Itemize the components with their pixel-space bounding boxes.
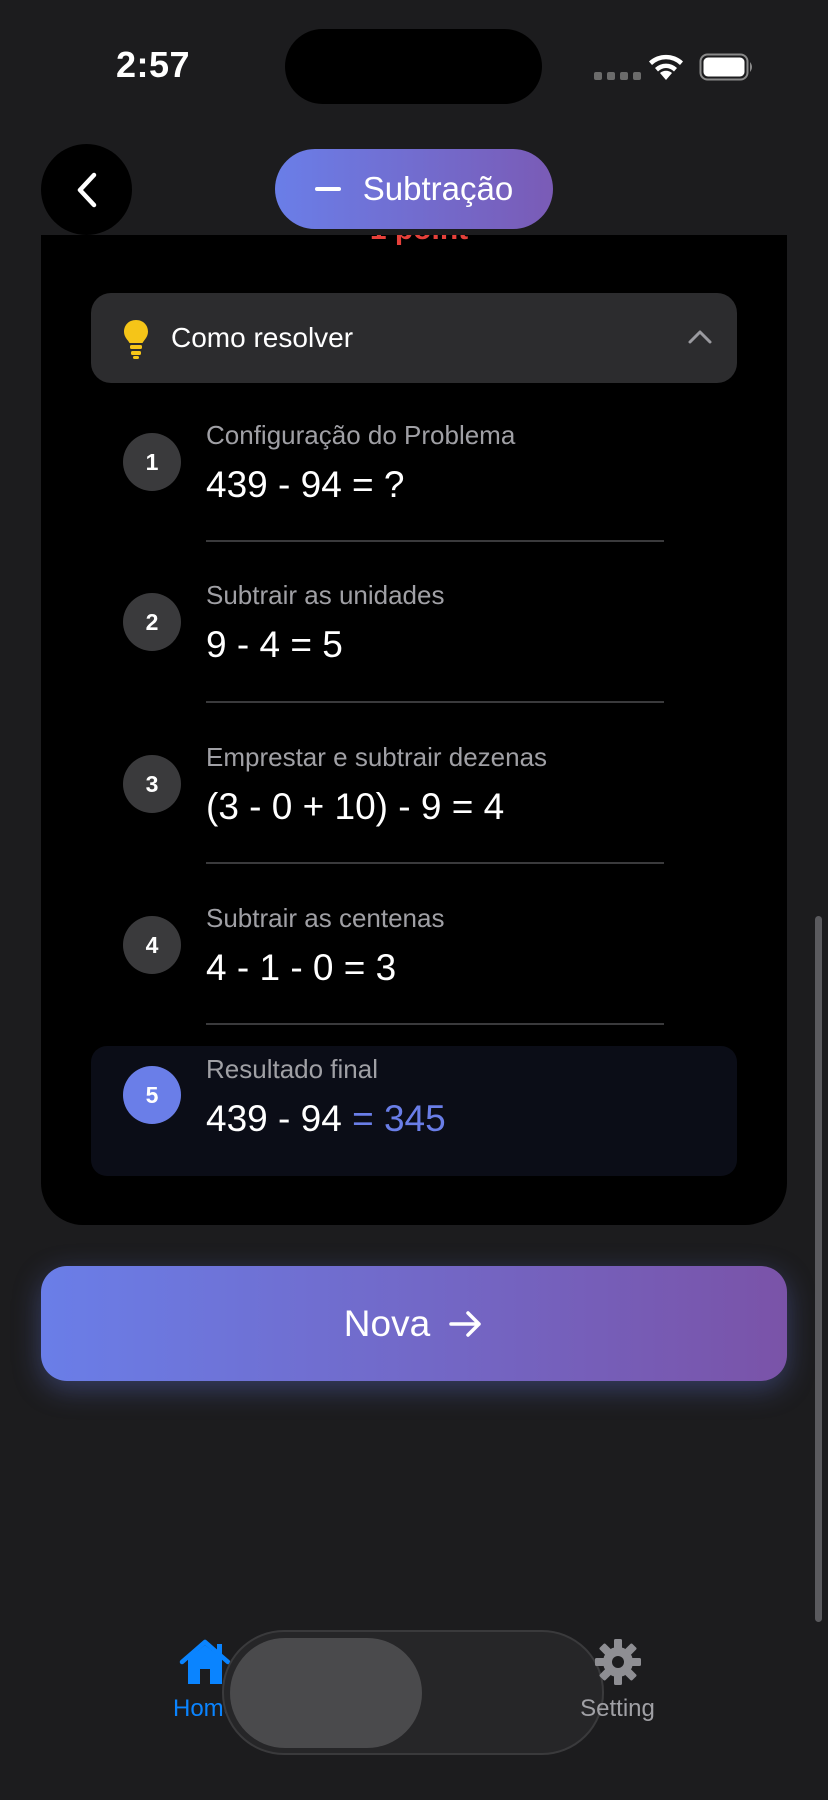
final-result-step: 5 Resultado final 439 - 94 = 345 xyxy=(91,1046,737,1176)
tab-bar: Home Setting xyxy=(0,1620,828,1800)
page-title: Subtração xyxy=(362,170,514,207)
wifi-icon xyxy=(649,54,683,80)
dynamic-island xyxy=(285,29,542,104)
step-expression: 439 - 94 = ? xyxy=(206,464,405,505)
arrow-right-icon xyxy=(449,1310,481,1337)
step-number: 3 xyxy=(123,755,181,813)
scrollbar[interactable] xyxy=(815,916,822,1622)
back-button[interactable] xyxy=(41,144,132,235)
step-expression: 9 - 4 = 5 xyxy=(206,624,343,665)
step-number: 2 xyxy=(123,593,181,651)
step-expression: 4 - 1 - 0 = 3 xyxy=(206,947,397,988)
tab-setting[interactable]: Setting xyxy=(570,1638,665,1723)
step-divider xyxy=(206,540,664,542)
step-description: Emprestar e subtrair dezenas xyxy=(206,742,548,772)
final-result-value: = 345 xyxy=(352,1098,446,1139)
solution-step: 4 Subtrair as centenas 4 - 1 - 0 = 3 xyxy=(91,887,737,1027)
chevron-up-icon xyxy=(688,330,712,344)
battery-icon xyxy=(699,53,752,81)
step-description: Configuração do Problema xyxy=(206,420,516,450)
solution-step: 2 Subtrair as unidades 9 - 4 = 5 xyxy=(91,565,737,705)
step-divider xyxy=(206,701,664,703)
tab-setting-label: Setting xyxy=(580,1695,655,1722)
minus-icon xyxy=(314,187,341,191)
how-to-solve-label: Como resolver xyxy=(171,322,354,353)
how-to-solve-toggle[interactable]: Como resolver xyxy=(91,293,737,383)
step-number: 5 xyxy=(123,1066,181,1124)
new-problem-button[interactable]: Nova xyxy=(41,1266,787,1381)
cellular-signal-icon xyxy=(594,72,641,80)
step-number: 4 xyxy=(123,916,181,974)
tab-selection-indicator[interactable] xyxy=(230,1638,422,1748)
lightbulb-icon xyxy=(124,320,148,359)
solution-card: -1 point Como resolver 1 Configuração do… xyxy=(41,235,787,1225)
gear-icon xyxy=(594,1639,641,1685)
step-description: Subtrair as unidades xyxy=(206,580,445,610)
new-problem-label: Nova xyxy=(343,1302,431,1344)
final-expression: 439 - 94 xyxy=(206,1098,353,1139)
points-penalty: -1 point xyxy=(41,235,787,247)
chevron-left-icon xyxy=(77,172,96,207)
step-expression: (3 - 0 + 10) - 9 = 4 xyxy=(206,786,505,827)
step-description: Subtrair as centenas xyxy=(206,903,445,933)
step-divider xyxy=(206,862,664,864)
status-time: 2:57 xyxy=(116,44,191,85)
solution-step: 3 Emprestar e subtrair dezenas (3 - 0 + … xyxy=(91,726,737,866)
step-expression: 439 - 94 = 345 xyxy=(206,1098,446,1140)
step-divider xyxy=(206,1023,664,1025)
step-number: 1 xyxy=(123,433,181,491)
solution-step: 1 Configuração do Problema 439 - 94 = ? xyxy=(91,403,737,543)
operation-title-pill: Subtração xyxy=(275,149,553,229)
status-bar: 2:57 xyxy=(0,0,828,140)
step-description: Resultado final xyxy=(206,1054,378,1084)
